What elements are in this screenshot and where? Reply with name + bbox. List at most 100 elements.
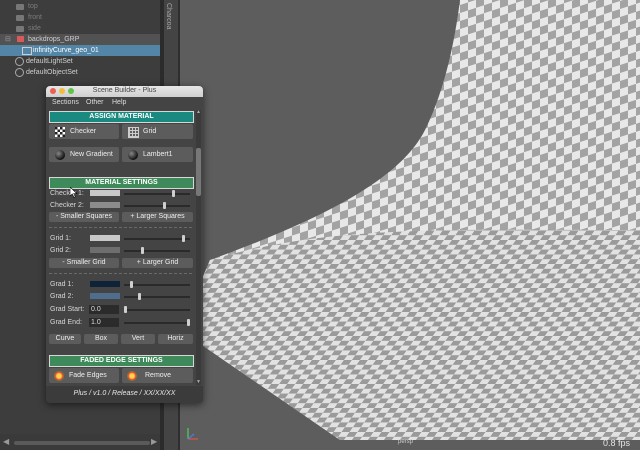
scroll-right-icon[interactable]: ▶ [151,437,157,446]
curve-button[interactable]: Curve [49,334,81,344]
collapse-icon[interactable]: ⊟ [5,34,11,45]
grad-start-label: Grad Start: [50,306,85,313]
fade-edges-button-label: Fade Edges [69,372,107,379]
checker2-color-swatch[interactable] [90,202,120,208]
outliner-item-label: side [28,25,41,32]
outliner-item-default-object-set[interactable]: defaultObjectSet [0,67,160,78]
outliner-item-label: top [28,3,38,10]
checker1-label: Checker 1: [50,190,84,197]
outliner-item-top[interactable]: top [0,1,160,12]
fade-edges-icon [54,371,64,381]
window-footer: Plus / v1.0 / Release / XX/XX/XX [46,386,203,403]
outliner-item-label: defaultObjectSet [26,69,78,76]
grid1-slider-thumb[interactable] [181,235,185,242]
fps-readout: 0.8 fps [602,438,630,448]
camera-icon [16,26,24,32]
outliner-item-front[interactable]: front [0,12,160,23]
grad2-slider[interactable] [124,296,190,298]
remove-button-label: Remove [145,372,172,379]
checker-backdrop [180,0,640,440]
checker1-slider-thumb[interactable] [171,190,175,197]
group-icon [17,36,24,42]
viewport-3d[interactable]: persp 0.8 fps [180,0,640,450]
axis-gizmo-icon [187,428,198,440]
outliner-item-backdrops-grp[interactable]: ⊟ backdrops_GRP [0,34,160,45]
larger-squares-button[interactable]: + Larger Squares [122,212,193,222]
checker-icon [55,127,65,137]
grid1-slider[interactable] [124,238,190,240]
menu-other[interactable]: Other [86,99,104,106]
grad1-color-swatch[interactable] [90,281,120,287]
scroll-up-icon[interactable]: ▲ [196,109,201,115]
remove-fade-icon [127,371,137,381]
scrollbar-thumb[interactable] [14,441,150,445]
checker1-color-swatch[interactable] [90,190,120,196]
larger-grid-button[interactable]: + Larger Grid [122,258,193,268]
window-vertical-scrollbar[interactable]: ▲ ▼ [196,109,201,385]
outliner-item-side[interactable]: side [0,23,160,34]
grad-end-slider[interactable] [124,322,190,324]
smaller-squares-button[interactable]: - Smaller Squares [49,212,119,222]
window-titlebar[interactable]: Scene Builder - Plus [46,86,203,97]
outliner-item-label: front [28,14,43,21]
grad-start-slider[interactable] [124,309,190,311]
grid-button-label: Grid [143,128,157,135]
camera-icon [16,4,24,10]
scrollbar-thumb[interactable] [196,148,201,196]
horiz-button[interactable]: Horiz [158,334,193,344]
grid-button[interactable]: Grid [122,124,193,139]
grid1-label: Grid 1: [50,235,72,242]
menu-help[interactable]: Help [112,99,126,106]
scroll-left-icon[interactable]: ◀ [3,437,9,446]
grid2-color-swatch[interactable] [90,247,120,253]
camera-icon [16,15,24,21]
checker2-slider[interactable] [124,205,190,207]
vert-button[interactable]: Vert [121,334,155,344]
lambert1-button[interactable]: Lambert1 [122,147,193,162]
sphere-icon [128,150,138,160]
grad2-label: Grad 2: [50,293,74,300]
checker1-slider[interactable] [124,193,190,195]
scene-builder-content: ASSIGN MATERIAL Checker Grid New Gradien… [46,109,203,386]
new-gradient-button-label: New Gradient [70,151,113,158]
grad1-slider-thumb[interactable] [130,281,134,288]
outliner-item-label: backdrops_GRP [28,36,80,43]
new-gradient-button[interactable]: New Gradient [49,147,119,162]
grad-end-field[interactable]: 1.0 [89,318,119,327]
section-divider [49,227,192,229]
grad1-slider[interactable] [124,284,190,286]
window-title: Scene Builder - Plus [92,87,157,94]
assign-material-header: ASSIGN MATERIAL [49,111,194,123]
grid2-slider-thumb[interactable] [141,247,144,254]
checker2-slider-thumb[interactable] [163,202,167,209]
side-panel-label: Charcoa [165,3,172,30]
version-text: Plus / v1.0 / Release / XX/XX/XX [73,390,176,397]
mouse-cursor-icon [70,187,78,198]
set-icon [15,68,24,77]
grad1-label: Grad 1: [50,281,74,288]
grad-start-field[interactable]: 0.0 [89,305,119,314]
fade-edges-button[interactable]: Fade Edges [49,368,119,383]
checker2-label: Checker 2: [50,202,84,209]
box-button[interactable]: Box [84,334,118,344]
grad-end-label: Grad End: [50,319,82,326]
remove-button[interactable]: Remove [122,368,193,383]
lambert1-button-label: Lambert1 [143,151,173,158]
grad-end-slider-thumb[interactable] [187,319,190,326]
outliner-item-label: defaultLightSet [26,58,73,65]
grid1-color-swatch[interactable] [90,235,120,241]
checker-button[interactable]: Checker [49,124,119,139]
grad2-slider-thumb[interactable] [137,293,141,300]
scene-builder-window: Scene Builder - Plus Sections Other Help… [46,86,203,403]
outliner-item-infinity-curve[interactable]: infinityCurve_geo_01 [0,45,160,56]
grad-start-slider-thumb[interactable] [124,306,127,313]
grad2-color-swatch[interactable] [90,293,120,299]
outliner-item-default-light-set[interactable]: defaultLightSet [0,56,160,67]
outliner-horizontal-scrollbar[interactable]: ◀ ▶ [0,434,160,450]
grid2-slider[interactable] [124,250,190,252]
scroll-down-icon[interactable]: ▼ [196,379,201,385]
checker-button-label: Checker [70,128,97,135]
menu-sections[interactable]: Sections [52,99,79,106]
menu-bar: Sections Other Help [46,97,203,109]
smaller-grid-button[interactable]: - Smaller Grid [49,258,119,268]
